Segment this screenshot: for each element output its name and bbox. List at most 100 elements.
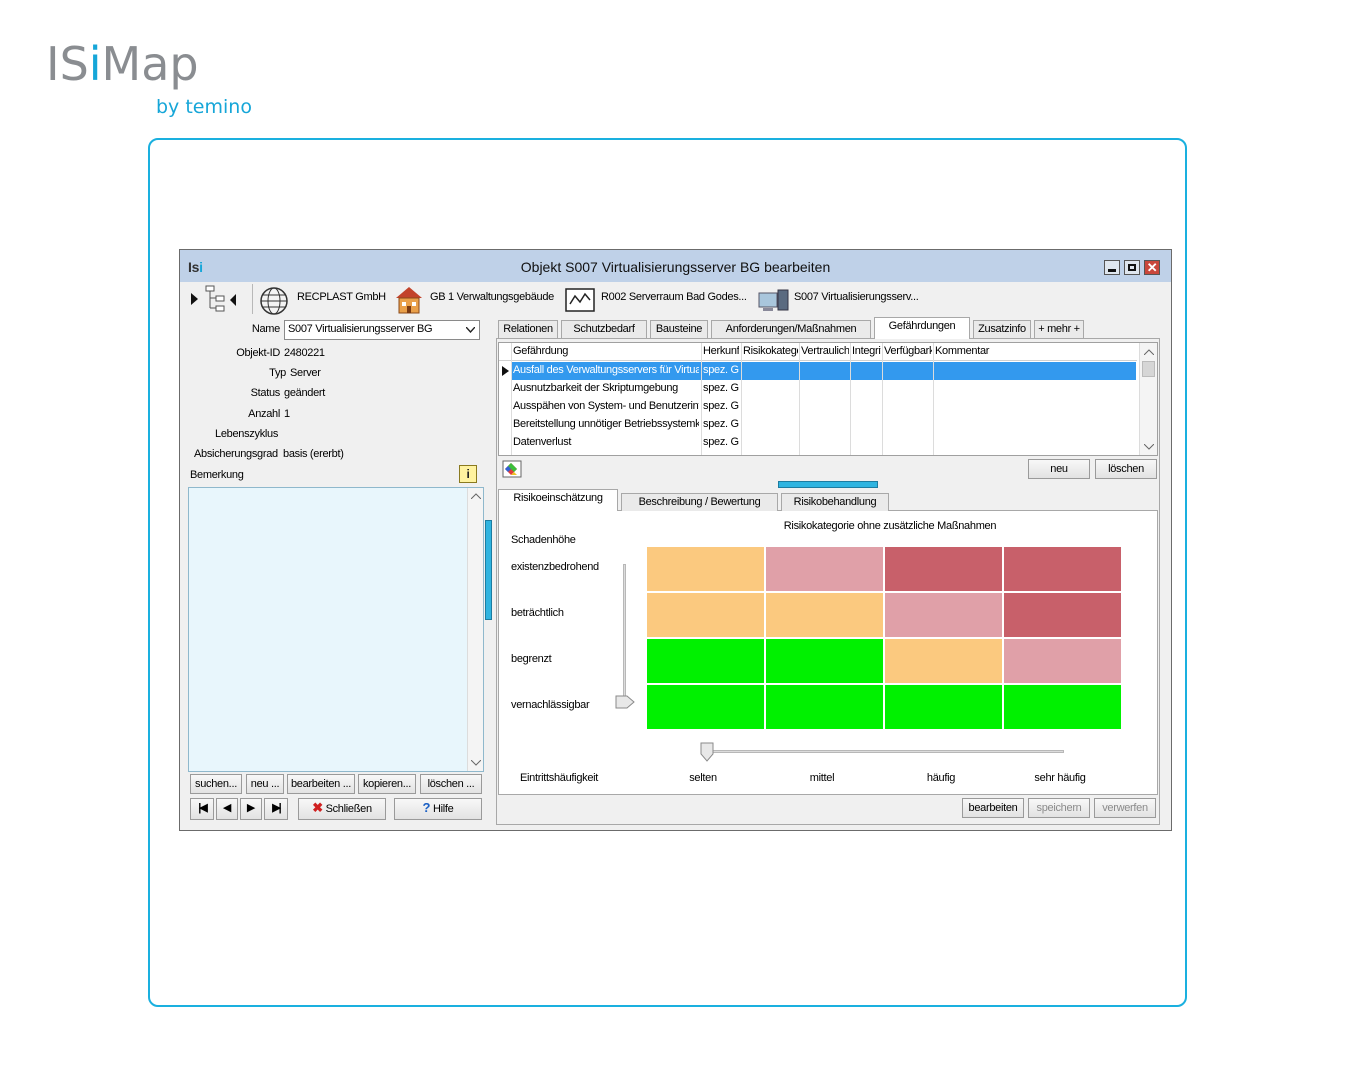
table-cell: Bereitstellung unnötiger Betriebssystemk… bbox=[513, 418, 699, 430]
subtab-beschreibung[interactable]: Beschreibung / Bewertung bbox=[621, 493, 778, 511]
name-label: Name bbox=[251, 323, 280, 335]
column-header[interactable]: Integrität bbox=[852, 345, 881, 357]
expand-arrow-icon[interactable] bbox=[190, 292, 200, 306]
scroll-up-icon[interactable] bbox=[1144, 349, 1154, 355]
breadcrumb-item-company[interactable]: RECPLAST GmbH bbox=[297, 291, 386, 303]
chevron-down-icon bbox=[466, 327, 475, 333]
row-pointer-icon bbox=[502, 366, 509, 376]
table-row[interactable]: Ausnutzbarkeit der Skriptumgebung spez. … bbox=[512, 380, 1136, 398]
risk-cell bbox=[884, 638, 1003, 684]
tab-anforderungen[interactable]: Anforderungen/Maßnahmen bbox=[711, 320, 871, 338]
column-header[interactable]: Verfügbarkeit bbox=[884, 345, 932, 357]
column-divider bbox=[701, 343, 702, 455]
severity-slider-thumb[interactable] bbox=[615, 695, 635, 709]
table-header: Gefährdung Herkunft Risikokategorie Vert… bbox=[499, 343, 1137, 361]
server-icon[interactable] bbox=[757, 288, 791, 314]
risk-matrix-title: Risikokategorie ohne zusätzliche Maßnahm… bbox=[783, 520, 997, 532]
next-record-button[interactable]: ▶ bbox=[240, 798, 262, 820]
discard-button[interactable]: verwerfen bbox=[1094, 798, 1156, 818]
table-row[interactable]: Datenverlust spez. G bbox=[512, 434, 1136, 452]
column-header[interactable]: Gefährdung bbox=[513, 345, 699, 357]
risk-cell bbox=[765, 592, 884, 638]
scroll-down-icon[interactable] bbox=[471, 760, 481, 766]
column-header[interactable]: Kommentar bbox=[935, 345, 1055, 357]
absicherungsgrad-label: Absicherungsgrad bbox=[194, 448, 278, 460]
column-header[interactable]: Herkunft bbox=[703, 345, 739, 357]
severity-slider-track[interactable] bbox=[623, 564, 626, 706]
delete-button[interactable]: löschen ... bbox=[420, 774, 482, 794]
tab-bausteine[interactable]: Bausteine bbox=[650, 320, 708, 338]
column-divider bbox=[933, 343, 934, 455]
tab-relationen[interactable]: Relationen bbox=[498, 320, 558, 338]
table-row[interactable]: Ausfall des Verwaltungsservers für Virtu… bbox=[512, 362, 1136, 380]
frequency-label-haeufig: häufig bbox=[926, 772, 956, 784]
tab-zusatzinfo[interactable]: Zusatzinfo bbox=[973, 320, 1031, 338]
minimize-button[interactable] bbox=[1104, 260, 1120, 275]
table-cell: spez. G bbox=[703, 418, 739, 430]
tab-gefaehrdungen[interactable]: Gefährdungen bbox=[874, 317, 970, 339]
close-window-button[interactable]: ✕ bbox=[1144, 260, 1160, 275]
edit-color-icon[interactable] bbox=[502, 460, 522, 478]
bearbeiten-button[interactable]: bearbeiten bbox=[962, 798, 1024, 818]
anzahl-label: Anzahl bbox=[248, 408, 280, 420]
severity-label-betraechtlich: beträchtlich bbox=[511, 607, 564, 619]
tab-mehr[interactable]: + mehr + bbox=[1034, 320, 1084, 338]
risk-cell bbox=[646, 684, 765, 730]
building-icon[interactable] bbox=[393, 284, 425, 316]
delete-threat-button[interactable]: löschen bbox=[1095, 459, 1157, 479]
subtab-risikoeinschaetzung[interactable]: Risikoeinschätzung bbox=[498, 489, 618, 511]
scroll-thumb[interactable] bbox=[1142, 361, 1155, 377]
globe-icon[interactable] bbox=[259, 286, 289, 316]
tab-schutzbedarf[interactable]: Schutzbedarf bbox=[561, 320, 647, 338]
splitter-handle[interactable] bbox=[485, 520, 492, 620]
breadcrumb: RECPLAST GmbH GB 1 Verwaltungsgebäude R0… bbox=[180, 282, 1171, 318]
risk-cell bbox=[765, 684, 884, 730]
scroll-up-icon[interactable] bbox=[471, 493, 481, 499]
tree-icon[interactable] bbox=[204, 284, 238, 314]
table-row[interactable]: Ausspähen von System- und Benutzerinform… bbox=[512, 398, 1136, 416]
help-button[interactable]: ? Hilfe bbox=[394, 798, 482, 820]
column-header[interactable]: Risikokategorie bbox=[743, 345, 798, 357]
search-button[interactable]: suchen... bbox=[190, 774, 242, 794]
copy-button[interactable]: kopieren... bbox=[358, 774, 416, 794]
new-threat-button[interactable]: neu bbox=[1028, 459, 1090, 479]
frequency-label-selten: selten bbox=[689, 772, 717, 784]
edit-object-window: Isi Objekt S007 Virtualisierungsserver B… bbox=[179, 249, 1172, 831]
info-icon[interactable]: i bbox=[459, 465, 477, 483]
horizontal-splitter[interactable] bbox=[778, 481, 878, 488]
name-dropdown[interactable]: S007 Virtualisierungsserver BG bbox=[284, 320, 480, 340]
frequency-slider-track[interactable] bbox=[704, 750, 1064, 753]
edit-button[interactable]: bearbeiten ... bbox=[287, 774, 355, 794]
scroll-down-icon[interactable] bbox=[1144, 444, 1154, 450]
objekt-id-label: Objekt-ID bbox=[236, 347, 280, 359]
column-header[interactable]: Vertraulich bbox=[801, 345, 849, 357]
subtab-risikobehandlung[interactable]: Risikobehandlung bbox=[781, 493, 889, 511]
previous-record-button[interactable]: ◀ bbox=[216, 798, 238, 820]
typ-value: Server bbox=[290, 367, 321, 379]
textarea-scrollbar[interactable] bbox=[467, 488, 483, 771]
save-button[interactable]: speichern bbox=[1028, 798, 1090, 818]
bemerkung-textarea[interactable] bbox=[188, 487, 484, 772]
table-row[interactable]: Bereitstellung unnötiger Betriebssystemk… bbox=[512, 416, 1136, 434]
table-cell: spez. G bbox=[703, 400, 739, 412]
table-scrollbar[interactable] bbox=[1139, 343, 1157, 455]
breadcrumb-item-object[interactable]: S007 Virtualisierungsserv... bbox=[794, 291, 919, 303]
separator bbox=[252, 284, 253, 314]
severity-label-begrenzt: begrenzt bbox=[511, 653, 552, 665]
maximize-button[interactable] bbox=[1124, 260, 1140, 275]
room-icon[interactable] bbox=[564, 286, 596, 314]
first-record-button[interactable]: |◀ bbox=[190, 798, 214, 820]
table-cell: Ausnutzbarkeit der Skriptumgebung bbox=[513, 382, 678, 394]
typ-label: Typ bbox=[269, 367, 286, 379]
breadcrumb-item-building[interactable]: GB 1 Verwaltungsgebäude bbox=[430, 291, 554, 303]
last-record-button[interactable]: ▶| bbox=[264, 798, 288, 820]
table-cell: Datenverlust bbox=[513, 436, 572, 448]
title-bar[interactable]: Isi Objekt S007 Virtualisierungsserver B… bbox=[180, 250, 1171, 282]
close-button[interactable]: ✖ Schließen bbox=[298, 798, 386, 820]
close-x-icon: ✖ bbox=[312, 800, 323, 815]
breadcrumb-item-room[interactable]: R002 Serverraum Bad Godes... bbox=[601, 291, 747, 303]
anzahl-value: 1 bbox=[284, 408, 290, 420]
risk-cell bbox=[646, 592, 765, 638]
new-button[interactable]: neu ... bbox=[246, 774, 284, 794]
frequency-slider-thumb[interactable] bbox=[700, 742, 714, 762]
